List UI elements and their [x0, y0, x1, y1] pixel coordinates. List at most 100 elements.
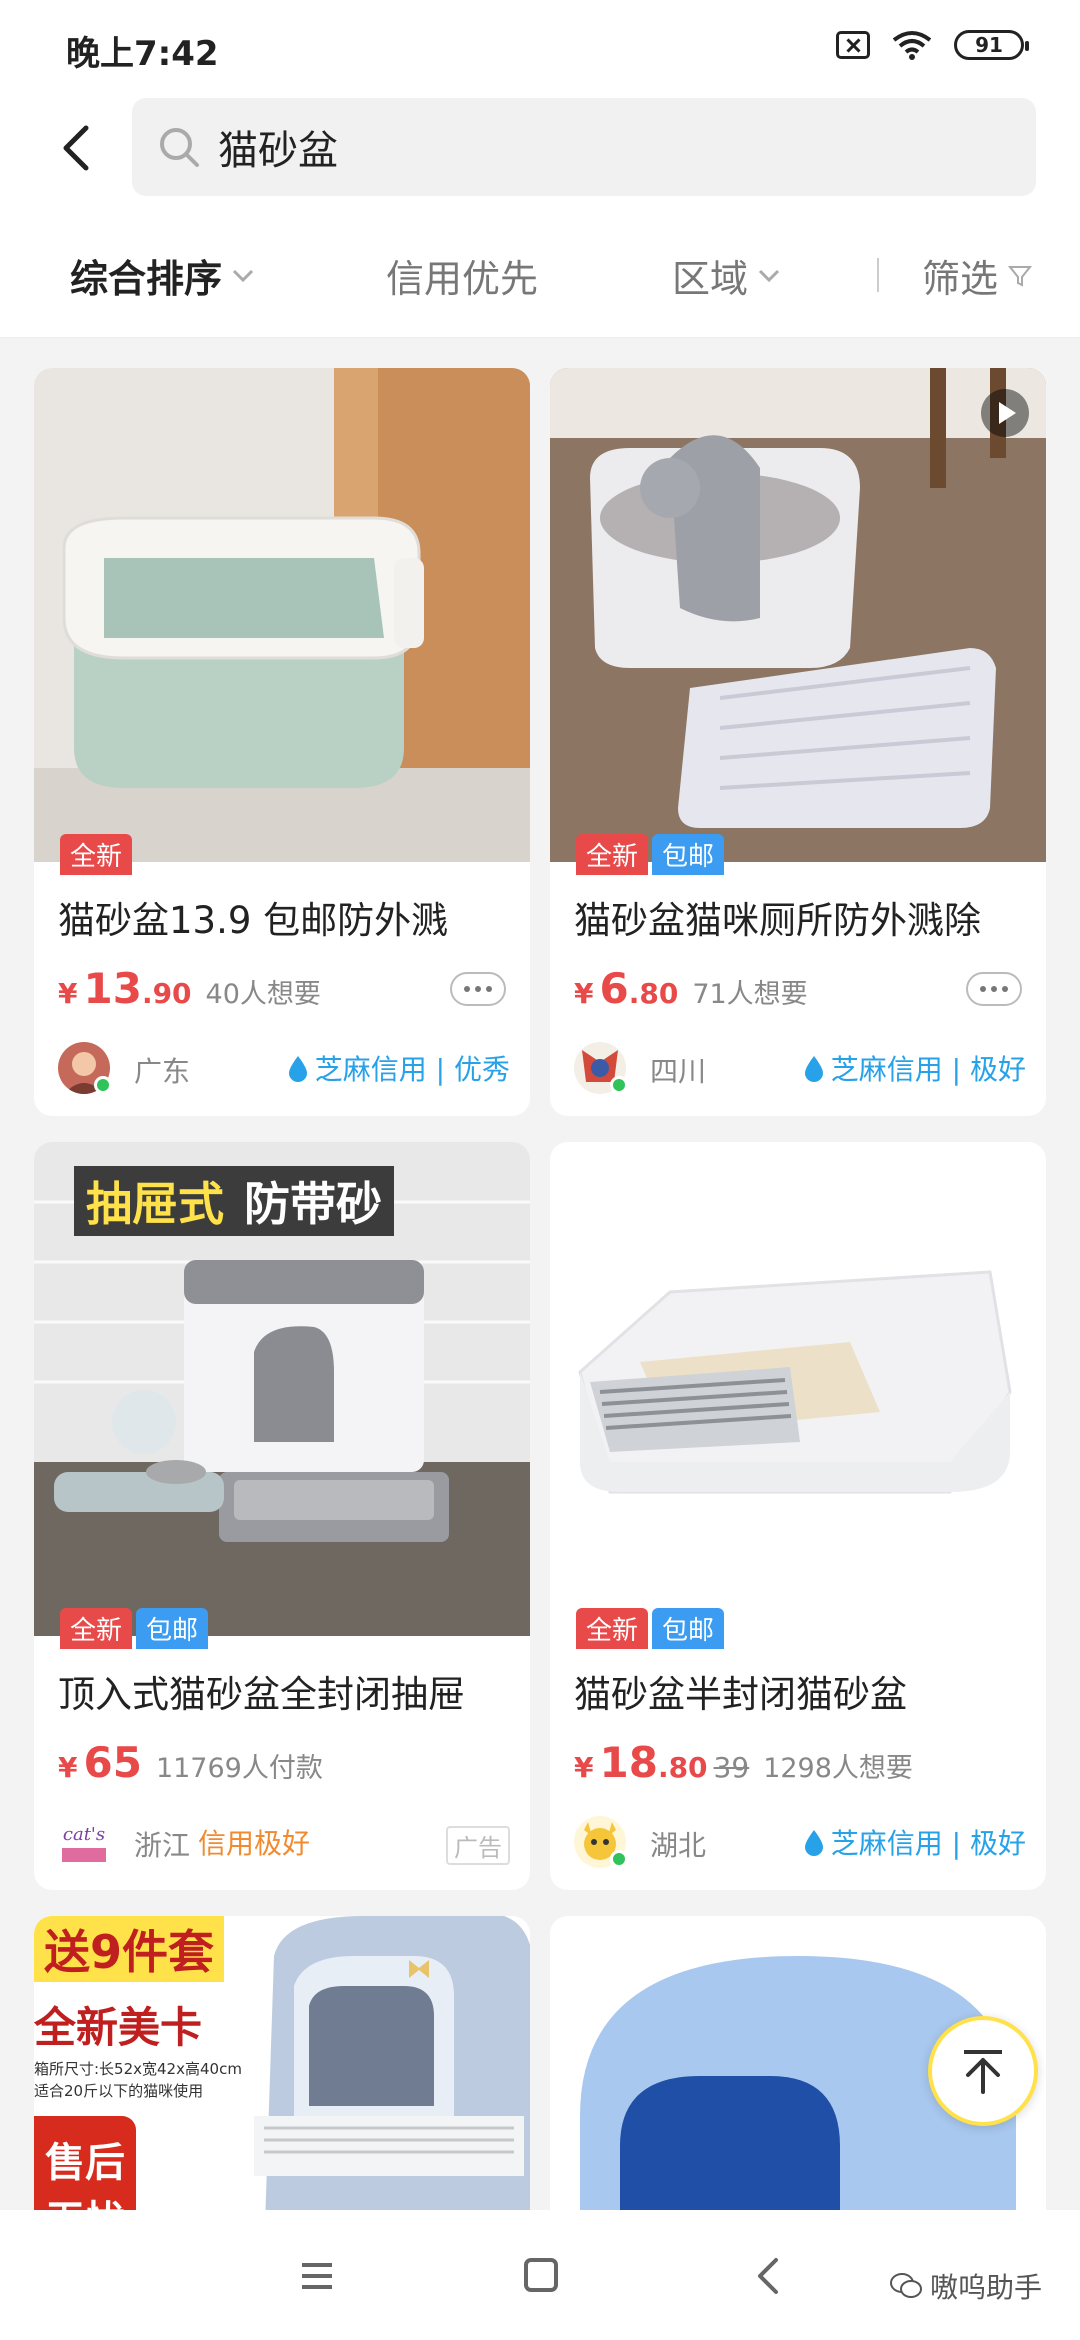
promo-text: 箱所尺寸:长52x宽42x高40cm: [34, 2060, 242, 2078]
seller-row: 广东 芝麻信用 | 优秀: [58, 1038, 510, 1098]
wechat-icon: [890, 2273, 922, 2298]
shop-logo[interactable]: cat's: [58, 1816, 110, 1868]
product-grid: 全新 猫砂盆13.9 包邮防外溅 ¥ 13 .90 40人想要 广东 芝麻信用 …: [0, 338, 1080, 2210]
wifi-icon: [892, 31, 932, 60]
funnel-icon: [1008, 265, 1033, 287]
promo-banner-left: 抽屉式: [86, 1177, 224, 1231]
price-integer: 13: [83, 964, 142, 1013]
price-row: ¥ 18 .80 39 1298人想要: [574, 1738, 913, 1787]
payment-count: 11769人付款: [155, 1753, 323, 1784]
price-decimal: .90: [141, 977, 192, 1010]
credit-badge: 芝麻信用 | 极好: [803, 1048, 1026, 1088]
tag-new: 全新: [576, 834, 649, 875]
tag-free-shipping: 包邮: [652, 1608, 725, 1649]
tag-group: 全新: [60, 834, 133, 875]
ad-badge: 广告: [446, 1826, 510, 1865]
product-title: 猫砂盆半封闭猫砂盆: [574, 1673, 907, 1716]
currency-symbol: ¥: [574, 977, 594, 1010]
original-price: 39: [713, 1751, 750, 1784]
search-input[interactable]: [218, 124, 978, 170]
battery-indicator: 91: [954, 30, 1029, 60]
seller-row: 四川 芝麻信用 | 极好: [574, 1038, 1026, 1098]
credit-text: 芝麻信用 | 极好: [830, 1053, 1026, 1086]
currency-symbol: ¥: [58, 1751, 78, 1784]
divider: [877, 258, 879, 292]
video-play-icon[interactable]: [980, 388, 1030, 438]
seller-region: 四川: [650, 1055, 707, 1088]
price-row: ¥ 13 .90 40人想要: [58, 964, 321, 1013]
product-card[interactable]: 全新 猫砂盆13.9 包邮防外溅 ¥ 13 .90 40人想要 广东 芝麻信用 …: [34, 368, 530, 1116]
product-card[interactable]: 抽屉式 防带砂 全新 包邮 顶入式猫砂盆全封闭抽屉 ¥ 65 11769人付款 …: [34, 1142, 530, 1890]
price-decimal: .80: [628, 977, 679, 1010]
chevron-down-icon: [232, 269, 254, 282]
credit-text: 信用极好: [198, 1827, 311, 1860]
product-image[interactable]: [550, 368, 1046, 862]
product-image[interactable]: [34, 368, 530, 862]
product-title: 猫砂盆13.9 包邮防外溅: [58, 899, 449, 942]
promo-badge: 售后 无忧: [34, 2116, 136, 2210]
no-sim-icon: [836, 31, 870, 59]
product-title: 顶入式猫砂盆全封闭抽屉: [58, 1673, 465, 1716]
home-icon[interactable]: [524, 2258, 558, 2292]
search-icon: [160, 128, 199, 167]
sort-comprehensive[interactable]: 综合排序: [70, 248, 254, 303]
sort-region-label: 区域: [672, 257, 749, 301]
tag-new: 全新: [576, 1608, 649, 1649]
seller-row: cat's 浙江 信用极好 广告: [58, 1812, 510, 1872]
sort-comprehensive-label: 综合排序: [70, 257, 223, 301]
seller-region: 浙江: [134, 1829, 191, 1862]
price-integer: 65: [83, 1738, 142, 1787]
sesame-credit-icon: [804, 1056, 823, 1082]
tag-group: 全新 包邮: [576, 834, 725, 875]
tag-free-shipping: 包邮: [136, 1608, 209, 1649]
status-bar: 晚上7:42 91: [0, 0, 1080, 92]
seller-region: 湖北: [650, 1829, 707, 1862]
currency-symbol: ¥: [574, 1751, 594, 1784]
promo-banner: 抽屉式 防带砂: [74, 1166, 394, 1236]
tag-new: 全新: [60, 1608, 133, 1649]
search-bar[interactable]: [132, 98, 1036, 196]
watermark: 嗷呜助手: [890, 2266, 1042, 2306]
tag-group: 全新 包邮: [576, 1608, 725, 1649]
price-decimal: .80: [657, 1751, 708, 1784]
product-title: 猫砂盆猫咪厕所防外溅除: [574, 899, 981, 942]
price-integer: 6: [599, 964, 629, 1013]
watermark-text: 嗷呜助手: [930, 2271, 1043, 2304]
credit-text: 芝麻信用 | 优秀: [314, 1053, 510, 1086]
sort-bar: 综合排序 信用优先 区域 筛选: [0, 204, 1080, 338]
sort-credit-first-label: 信用优先: [386, 257, 539, 301]
product-image[interactable]: [550, 1142, 1046, 1636]
more-options-button[interactable]: [450, 972, 506, 1006]
want-count: 1298人想要: [763, 1753, 913, 1784]
online-status-dot: [610, 1076, 628, 1094]
back-icon[interactable]: [754, 2256, 782, 2296]
credit-badge: 芝麻信用 | 优秀: [287, 1048, 510, 1088]
menu-icon[interactable]: [300, 2262, 334, 2290]
product-card[interactable]: 全新 包邮 猫砂盆半封闭猫砂盆 ¥ 18 .80 39 1298人想要 湖北 芝…: [550, 1142, 1046, 1890]
promo-text: 送9件套: [34, 1916, 225, 1982]
more-options-button[interactable]: [966, 972, 1022, 1006]
back-to-top-button[interactable]: [928, 2016, 1038, 2126]
product-card[interactable]: 送9件套 全新美卡 箱所尺寸:长52x宽42x高40cm 适合20斤以下的猫咪使…: [34, 1916, 530, 2210]
status-time: 晚上7:42: [66, 34, 219, 74]
back-arrow-icon[interactable]: [52, 122, 104, 174]
seller-region: 广东: [134, 1055, 191, 1088]
filter-button[interactable]: 筛选: [922, 248, 1033, 303]
promo-badge-line: 售后: [45, 2140, 125, 2186]
currency-symbol: ¥: [58, 977, 78, 1010]
sesame-credit-icon: [288, 1056, 307, 1082]
chevron-down-icon: [758, 269, 780, 282]
promo-text: 全新美卡: [34, 2003, 203, 2052]
product-card[interactable]: 全新 包邮 猫砂盆猫咪厕所防外溅除 ¥ 6 .80 71人想要 四川 芝麻信用 …: [550, 368, 1046, 1116]
system-nav-bar: 嗷呜助手: [0, 2210, 1080, 2340]
tag-free-shipping: 包邮: [652, 834, 725, 875]
sort-credit-first[interactable]: 信用优先: [386, 248, 538, 303]
promo-badge-line: 无忧: [34, 2188, 136, 2210]
want-count: 40人想要: [205, 979, 321, 1010]
credit-badge: 芝麻信用 | 极好: [803, 1822, 1026, 1862]
sort-region[interactable]: 区域: [672, 248, 780, 303]
price-row: ¥ 6 .80 71人想要: [574, 964, 808, 1013]
price-integer: 18: [599, 1738, 658, 1787]
want-count: 71人想要: [692, 979, 808, 1010]
arrow-up-icon: [964, 2050, 1002, 2094]
